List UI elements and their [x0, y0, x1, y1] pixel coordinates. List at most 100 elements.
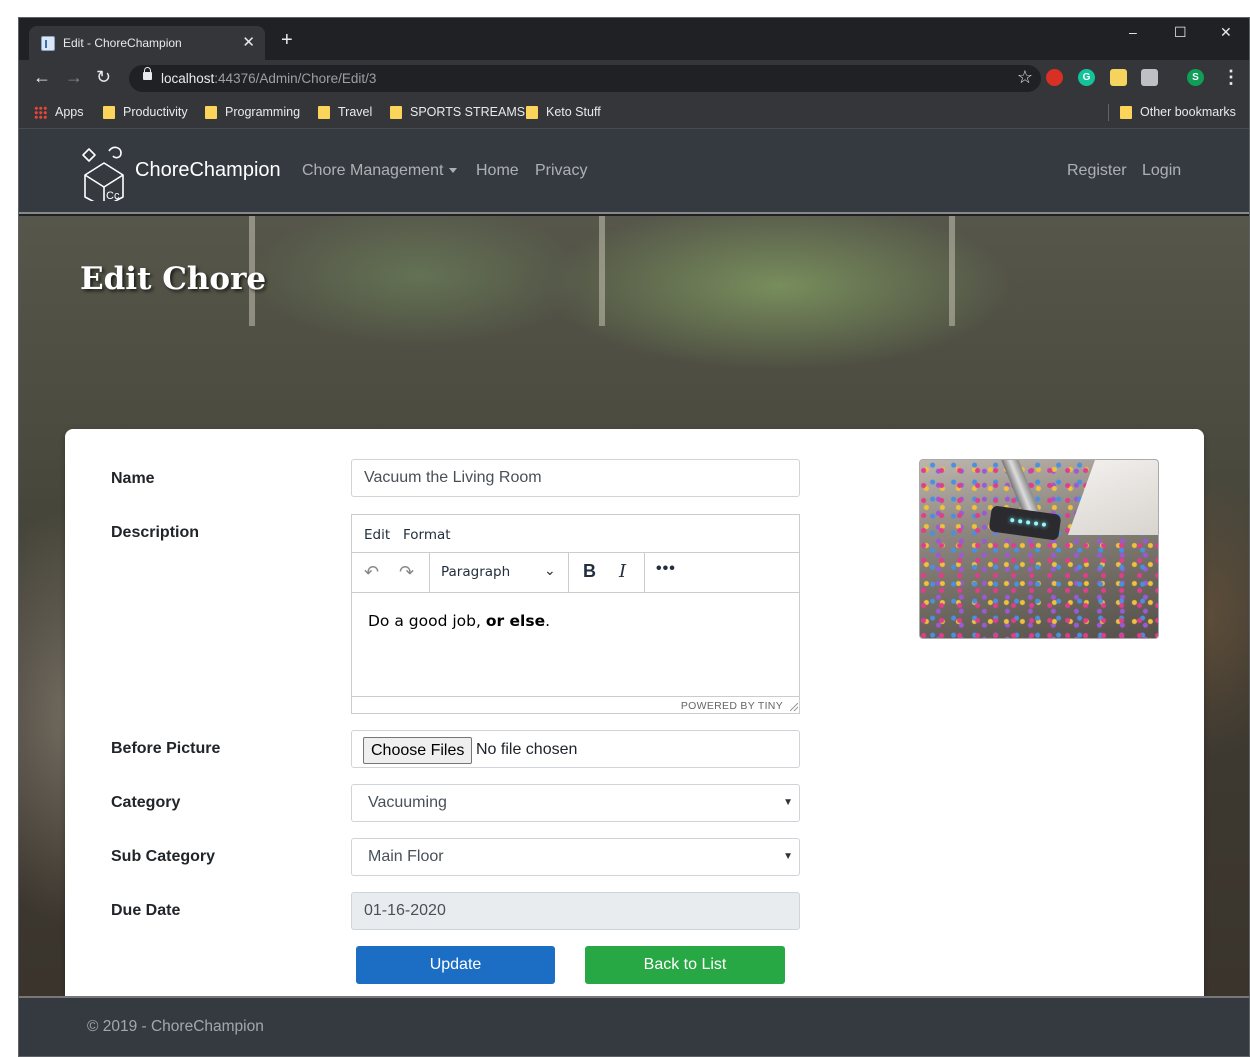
close-window-button[interactable]: ✕: [1220, 24, 1232, 41]
more-options-icon[interactable]: •••: [656, 560, 676, 578]
page-favicon-icon: [41, 36, 55, 51]
photo-wall: [1068, 460, 1158, 535]
toolbar-divider: [644, 553, 645, 592]
category-label: Category: [111, 794, 181, 811]
nav-privacy[interactable]: Privacy: [535, 162, 587, 180]
sub-category-label: Sub Category: [111, 848, 216, 865]
folder-icon: [318, 105, 330, 119]
file-status-text: No file chosen: [476, 741, 578, 758]
bookmark-productivity[interactable]: Productivity: [103, 105, 188, 119]
sub-category-select[interactable]: Main Floor ▼: [351, 838, 800, 876]
choose-files-button[interactable]: Choose Files: [363, 737, 473, 764]
bold-icon[interactable]: B: [583, 561, 596, 582]
due-date-label: Due Date: [111, 902, 181, 919]
bookmarks-bar: Apps Productivity Programming Travel SPO…: [19, 96, 1249, 129]
select-arrow-icon: ▼: [783, 851, 793, 862]
nav-register[interactable]: Register: [1067, 162, 1127, 180]
tab-close-icon[interactable]: ✕: [242, 33, 255, 51]
description-label: Description: [111, 524, 200, 541]
photo-led: [1041, 522, 1047, 527]
powered-by-tiny-link[interactable]: POWERED BY TINY: [681, 700, 783, 712]
before-picture-image: [919, 459, 1159, 639]
address-bar[interactable]: localhost:44376/Admin/Chore/Edit/3 ☆: [129, 65, 1041, 92]
chevron-down-icon[interactable]: ⌄: [544, 562, 556, 579]
block-format-select[interactable]: Paragraph: [441, 564, 510, 580]
update-button[interactable]: Update: [356, 946, 555, 984]
extension-icon[interactable]: [1110, 69, 1127, 86]
new-tab-button[interactable]: +: [281, 30, 293, 50]
description-rich-text-editor[interactable]: Edit Format ↶ ↷ Paragraph ⌄ B I ••• Do a…: [351, 514, 800, 714]
before-picture-label: Before Picture: [111, 740, 221, 757]
bookmarks-divider: [1108, 104, 1109, 121]
tab-title: Edit - ChoreChampion: [63, 36, 182, 50]
reload-icon[interactable]: ↻: [96, 67, 111, 87]
folder-icon: [526, 105, 538, 119]
undo-icon[interactable]: ↶: [364, 562, 379, 582]
adblock-extension-icon[interactable]: [1046, 69, 1063, 86]
profile-avatar[interactable]: S: [1187, 69, 1204, 86]
editor-menubar: Edit Format: [352, 515, 799, 553]
bookmark-other[interactable]: Other bookmarks: [1120, 105, 1236, 119]
footer-copyright: © 2019 - ChoreChampion: [87, 1018, 264, 1035]
forward-arrow-icon[interactable]: →: [65, 67, 83, 87]
editor-statusbar: POWERED BY TINY: [352, 696, 799, 714]
nav-chore-management[interactable]: Chore Management: [302, 162, 458, 180]
bookmark-programming[interactable]: Programming: [205, 105, 300, 119]
bookmark-keto-stuff[interactable]: Keto Stuff: [526, 105, 601, 119]
toolbar-divider: [429, 553, 430, 592]
select-arrow-icon: ▼: [783, 797, 793, 808]
folder-icon: [1120, 105, 1132, 119]
resize-handle-icon[interactable]: [790, 703, 798, 711]
italic-icon[interactable]: I: [619, 561, 626, 582]
folder-icon: [205, 105, 217, 119]
kebab-menu-icon[interactable]: ⋮: [1222, 67, 1240, 87]
download-extension-icon[interactable]: [1141, 69, 1158, 86]
hero-window-frame: [599, 216, 605, 326]
editor-menu-edit[interactable]: Edit: [364, 527, 390, 543]
maximize-button[interactable]: ☐: [1174, 24, 1187, 41]
browser-window: Edit - ChoreChampion ✕ + – ☐ ✕ ← → ↻ loc…: [18, 17, 1250, 1057]
hero-background: Edit Chore Name Vacuum the Living Room D…: [19, 216, 1249, 996]
name-label: Name: [111, 470, 155, 487]
photo-vacuum-head: [988, 505, 1062, 541]
url-text[interactable]: localhost:44376/Admin/Chore/Edit/3: [161, 71, 376, 86]
page-title: Edit Chore: [80, 261, 267, 297]
folder-icon: [103, 105, 115, 119]
chorechampion-logo-icon[interactable]: Cc: [79, 141, 129, 201]
site-footer: © 2019 - ChoreChampion: [19, 996, 1249, 1056]
photo-led: [1033, 521, 1039, 526]
apps-grid-icon: [34, 105, 47, 119]
bookmark-apps[interactable]: Apps: [34, 105, 84, 119]
before-picture-file-input: Choose Files No file chosen: [351, 730, 800, 768]
bookmark-star-icon[interactable]: ☆: [1017, 67, 1033, 88]
nav-home[interactable]: Home: [476, 162, 519, 180]
bookmark-travel[interactable]: Travel: [318, 105, 372, 119]
grammarly-extension-icon[interactable]: G: [1078, 69, 1095, 86]
hero-window-frame: [949, 216, 955, 326]
photo-led: [1017, 519, 1023, 524]
nav-login[interactable]: Login: [1142, 162, 1181, 180]
back-to-list-button[interactable]: Back to List: [585, 946, 785, 984]
tab-strip: Edit - ChoreChampion ✕ + – ☐ ✕: [19, 18, 1249, 60]
toolbar-divider: [568, 553, 569, 592]
category-select[interactable]: Vacuuming ▼: [351, 784, 800, 822]
site-brand[interactable]: ChoreChampion: [135, 159, 281, 182]
editor-content[interactable]: Do a good job, or else.: [368, 612, 550, 630]
site-navbar: Cc ChoreChampion Chore Management Home P…: [19, 129, 1249, 214]
bookmark-sports-streams[interactable]: SPORTS STREAMS: [390, 105, 525, 119]
back-arrow-icon[interactable]: ←: [33, 67, 51, 87]
redo-icon[interactable]: ↷: [399, 562, 414, 582]
lock-icon: [143, 67, 152, 80]
due-date-input: 01-16-2020: [351, 892, 800, 930]
editor-toolbar: ↶ ↷ Paragraph ⌄ B I •••: [352, 553, 799, 593]
minimize-button[interactable]: –: [1129, 24, 1137, 40]
svg-text:Cc: Cc: [106, 190, 120, 201]
editor-menu-format[interactable]: Format: [403, 527, 451, 543]
browser-tab[interactable]: Edit - ChoreChampion ✕: [29, 26, 265, 60]
page-viewport: Cc ChoreChampion Chore Management Home P…: [19, 129, 1249, 1056]
folder-icon: [390, 105, 402, 119]
edit-chore-card: Name Vacuum the Living Room Description …: [65, 429, 1204, 996]
name-input[interactable]: Vacuum the Living Room: [351, 459, 800, 497]
browser-toolbar: ← → ↻ localhost:44376/Admin/Chore/Edit/3…: [19, 60, 1249, 96]
dropdown-caret-icon: [449, 168, 458, 174]
